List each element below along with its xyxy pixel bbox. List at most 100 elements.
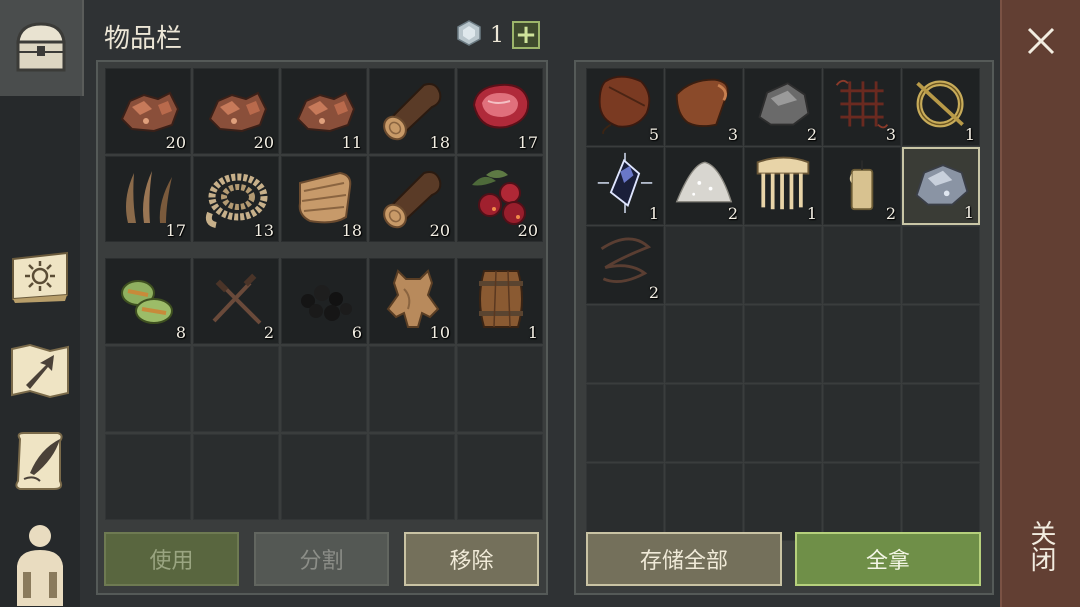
inventory-empty-slot[interactable] xyxy=(281,346,367,432)
item-quantity: 2 xyxy=(806,125,817,144)
tab-skills[interactable] xyxy=(4,240,76,310)
storage-slot[interactable]: 1 xyxy=(744,147,822,225)
scroll-quill-icon xyxy=(10,429,70,493)
storage-slot[interactable]: 1 xyxy=(902,68,980,146)
item-quantity: 2 xyxy=(648,283,659,302)
item-quantity: 13 xyxy=(253,221,274,240)
use-button[interactable]: 使用 xyxy=(104,532,239,586)
close-icon[interactable] xyxy=(1026,26,1056,56)
inventory-slot[interactable]: 18 xyxy=(369,68,455,154)
tab-character[interactable] xyxy=(4,520,76,607)
storage-slot[interactable]: 3 xyxy=(823,68,901,146)
inventory-empty-slot[interactable] xyxy=(369,434,455,520)
inventory-empty-slot[interactable] xyxy=(457,434,543,520)
item-quantity: 1 xyxy=(963,203,974,222)
tab-crafting[interactable] xyxy=(4,426,76,496)
left-nav-rail xyxy=(0,0,84,607)
item-quantity: 2 xyxy=(727,204,738,223)
item-quantity: 6 xyxy=(351,323,362,342)
storage-slot[interactable]: 2 xyxy=(744,68,822,146)
item-quantity: 20 xyxy=(253,133,274,152)
remove-button[interactable]: 移除 xyxy=(404,532,539,586)
item-quantity: 3 xyxy=(885,125,896,144)
gem-icon xyxy=(456,20,482,50)
inventory-empty-slot[interactable] xyxy=(281,434,367,520)
storage-empty-slot[interactable] xyxy=(902,463,980,541)
item-quantity: 20 xyxy=(165,133,186,152)
inventory-slot[interactable]: 20 xyxy=(457,156,543,242)
sun-book-icon xyxy=(7,245,73,305)
inventory-slot[interactable]: 17 xyxy=(457,68,543,154)
close-label[interactable]: 关闭 xyxy=(1024,520,1058,572)
inventory-empty-slot[interactable] xyxy=(105,434,191,520)
storage-slot[interactable]: 2 xyxy=(586,226,664,304)
split-button[interactable]: 分割 xyxy=(254,532,389,586)
gem-currency: 1 + xyxy=(456,20,540,50)
storage-empty-slot[interactable] xyxy=(665,305,743,383)
inventory-slot[interactable]: 8 xyxy=(105,258,191,344)
close-rail[interactable] xyxy=(1000,0,1080,607)
storage-slot[interactable]: 2 xyxy=(823,147,901,225)
item-quantity: 11 xyxy=(341,133,362,152)
inventory-title: 物品栏 xyxy=(104,24,183,54)
storage-empty-slot[interactable] xyxy=(665,463,743,541)
inventory-empty-slot[interactable] xyxy=(457,346,543,432)
inventory-slot[interactable]: 20 xyxy=(193,68,279,154)
item-quantity: 1 xyxy=(964,125,975,144)
gem-count: 1 xyxy=(490,22,504,48)
chest-icon xyxy=(12,18,70,78)
item-quantity: 5 xyxy=(648,125,659,144)
item-quantity: 1 xyxy=(806,204,817,223)
tab-inventory[interactable] xyxy=(0,0,84,96)
storage-slot[interactable]: 5 xyxy=(586,68,664,146)
item-quantity: 10 xyxy=(429,323,450,342)
storage-empty-slot[interactable] xyxy=(586,384,664,462)
storage-empty-slot[interactable] xyxy=(823,463,901,541)
inventory-slot[interactable]: 17 xyxy=(105,156,191,242)
store-all-button[interactable]: 存储全部 xyxy=(586,532,782,586)
storage-empty-slot[interactable] xyxy=(586,463,664,541)
character-icon xyxy=(9,522,71,606)
storage-slot[interactable]: 2 xyxy=(665,147,743,225)
storage-empty-slot[interactable] xyxy=(586,305,664,383)
add-gems-button[interactable]: + xyxy=(512,21,540,49)
storage-empty-slot[interactable] xyxy=(823,226,901,304)
item-quantity: 17 xyxy=(517,133,538,152)
inventory-empty-slot[interactable] xyxy=(193,346,279,432)
storage-empty-slot[interactable] xyxy=(744,463,822,541)
storage-slot[interactable]: 3 xyxy=(665,68,743,146)
storage-empty-slot[interactable] xyxy=(902,384,980,462)
storage-slot[interactable]: 1 xyxy=(902,147,980,225)
item-quantity: 1 xyxy=(527,323,538,342)
storage-empty-slot[interactable] xyxy=(665,384,743,462)
take-all-button[interactable]: 全拿 xyxy=(795,532,981,586)
storage-empty-slot[interactable] xyxy=(744,384,822,462)
storage-empty-slot[interactable] xyxy=(902,226,980,304)
item-quantity: 3 xyxy=(727,125,738,144)
inventory-slot[interactable]: 20 xyxy=(105,68,191,154)
inventory-slot[interactable]: 20 xyxy=(369,156,455,242)
inventory-slot[interactable]: 13 xyxy=(193,156,279,242)
inventory-slot[interactable]: 6 xyxy=(281,258,367,344)
inventory-slot[interactable]: 10 xyxy=(369,258,455,344)
map-arrow-icon xyxy=(8,341,72,401)
storage-empty-slot[interactable] xyxy=(823,384,901,462)
inventory-empty-slot[interactable] xyxy=(105,346,191,432)
inventory-slot[interactable]: 2 xyxy=(193,258,279,344)
storage-empty-slot[interactable] xyxy=(744,305,822,383)
inventory-empty-slot[interactable] xyxy=(369,346,455,432)
inventory-slot[interactable]: 18 xyxy=(281,156,367,242)
storage-empty-slot[interactable] xyxy=(902,305,980,383)
item-quantity: 17 xyxy=(165,221,186,240)
inventory-empty-slot[interactable] xyxy=(193,434,279,520)
inventory-slot[interactable]: 11 xyxy=(281,68,367,154)
storage-slot[interactable]: 1 xyxy=(586,147,664,225)
item-quantity: 2 xyxy=(263,323,274,342)
inventory-slot[interactable]: 1 xyxy=(457,258,543,344)
item-quantity: 8 xyxy=(175,323,186,342)
tab-map[interactable] xyxy=(4,336,76,406)
storage-empty-slot[interactable] xyxy=(823,305,901,383)
item-quantity: 20 xyxy=(517,221,538,240)
storage-empty-slot[interactable] xyxy=(665,226,743,304)
storage-empty-slot[interactable] xyxy=(744,226,822,304)
